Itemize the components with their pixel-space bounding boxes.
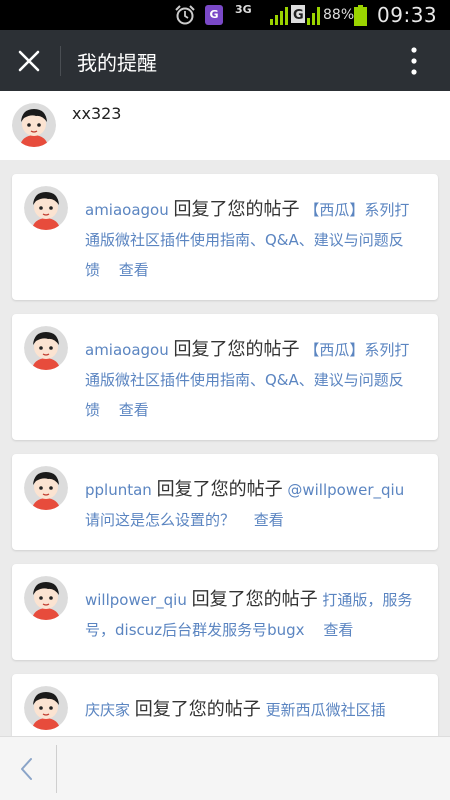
notification-action: 回复了您的帖子 xyxy=(173,199,300,220)
signal-strength-2-icon: G xyxy=(291,5,320,25)
notification-post-link[interactable]: 更新西瓜微社区插 xyxy=(266,701,386,719)
notification-user-link[interactable]: amiaoagou xyxy=(85,341,169,359)
notification-text: willpower_qiu 回复了您的帖子 打通版，服务号，discuz后台群发… xyxy=(85,585,416,645)
notification-card[interactable]: willpower_qiu 回复了您的帖子 打通版，服务号，discuz后台群发… xyxy=(12,564,438,660)
notification-card[interactable]: ppluntan 回复了您的帖子 @willpower_qiu 请问这是怎么设置… xyxy=(12,454,438,550)
view-link[interactable]: 查看 xyxy=(323,621,353,639)
notification-text: amiaoagou 回复了您的帖子 【西瓜】系列打通版微社区插件使用指南、Q&A… xyxy=(85,195,416,285)
notification-text: 庆庆家 回复了您的帖子 更新西瓜微社区插 xyxy=(85,695,416,725)
avatar[interactable] xyxy=(24,466,68,510)
notification-user-link[interactable]: 庆庆家 xyxy=(85,701,130,719)
view-link[interactable]: 查看 xyxy=(119,401,149,419)
notification-card[interactable]: amiaoagou 回复了您的帖子 【西瓜】系列打通版微社区插件使用指南、Q&A… xyxy=(12,174,438,300)
bottom-toolbar xyxy=(0,736,450,800)
page-title: 我的提醒 xyxy=(77,51,157,75)
bottom-divider xyxy=(56,745,57,793)
3g-data-icon: 3G xyxy=(235,4,255,26)
avatar[interactable] xyxy=(24,686,68,730)
avatar[interactable] xyxy=(24,326,68,370)
title-bar: 我的提醒 xyxy=(0,30,450,91)
alarm-clock-icon xyxy=(175,5,195,25)
close-icon[interactable] xyxy=(15,47,43,75)
user-avatar[interactable] xyxy=(12,103,56,147)
battery-percent: 88% xyxy=(323,7,355,23)
title-divider xyxy=(60,46,61,76)
svg-text:G: G xyxy=(293,8,304,23)
network-3g-label: 3G xyxy=(235,3,252,16)
notification-action: 回复了您的帖子 xyxy=(156,479,283,500)
avatar[interactable] xyxy=(24,576,68,620)
avatar[interactable] xyxy=(24,186,68,230)
user-name: xx323 xyxy=(72,104,122,123)
notification-card[interactable]: amiaoagou 回复了您的帖子 【西瓜】系列打通版微社区插件使用指南、Q&A… xyxy=(12,314,438,440)
notification-user-link[interactable]: willpower_qiu xyxy=(85,591,187,609)
g-app-icon: G xyxy=(205,5,223,25)
view-link[interactable]: 查看 xyxy=(254,511,284,529)
back-arrow-icon[interactable] xyxy=(14,751,38,787)
view-link[interactable]: 查看 xyxy=(119,261,149,279)
signal-strength-icon xyxy=(270,7,288,25)
battery-icon xyxy=(354,5,367,26)
notification-user-link[interactable]: ppluntan xyxy=(85,481,152,499)
notification-user-link[interactable]: amiaoagou xyxy=(85,201,169,219)
clock: 09:33 xyxy=(377,3,438,27)
notification-text: ppluntan 回复了您的帖子 @willpower_qiu 请问这是怎么设置… xyxy=(85,475,416,535)
notification-action: 回复了您的帖子 xyxy=(191,589,318,610)
more-vertical-icon[interactable] xyxy=(402,44,426,78)
notification-text: amiaoagou 回复了您的帖子 【西瓜】系列打通版微社区插件使用指南、Q&A… xyxy=(85,335,416,425)
notification-action: 回复了您的帖子 xyxy=(134,699,261,720)
user-header: xx323 xyxy=(0,91,450,160)
notification-action: 回复了您的帖子 xyxy=(173,339,300,360)
status-bar: G 3G G 88% 09:33 xyxy=(0,0,450,30)
